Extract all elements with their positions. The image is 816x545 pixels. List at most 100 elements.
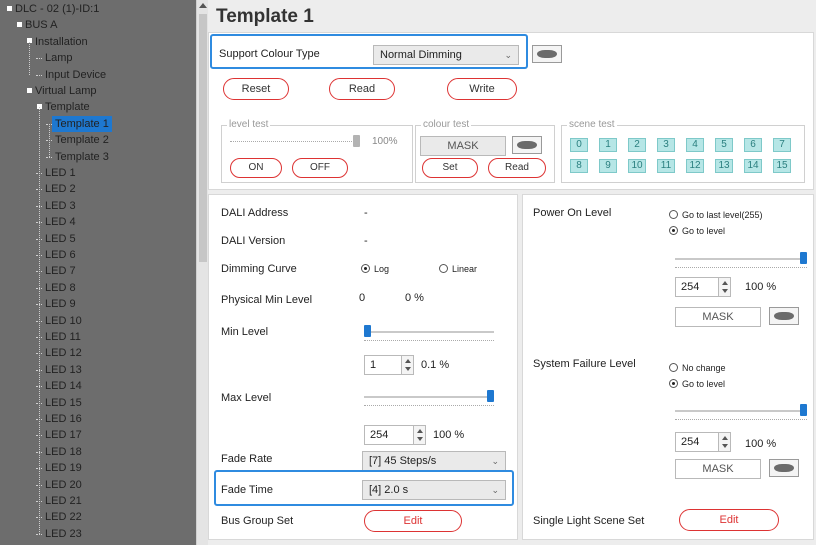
tree-item-label: Template 3 [55, 150, 109, 163]
tree-item[interactable]: DLC - 02 (1)-ID:1 [7, 1, 99, 17]
level-test-group: level test 100% ON OFF [221, 119, 413, 183]
scene-button[interactable]: 13 [715, 159, 733, 173]
min-level-slider-handle[interactable] [364, 325, 371, 337]
scene-button[interactable]: 4 [686, 138, 704, 152]
system-failure-stepper[interactable]: 254 [675, 432, 731, 452]
scene-test-group: scene test 0 1 2 3 4 5 6 7 8 9 10 11 12 13 14 15 [561, 119, 805, 183]
fade-rate-select[interactable]: [7] 45 Steps/s ⌄ [362, 451, 506, 471]
system-failure-percent: 100 % [745, 438, 777, 450]
spin-arrows-icon[interactable] [401, 356, 413, 374]
tree-item-label: LED 7 [45, 265, 76, 278]
write-button[interactable]: Write [447, 78, 517, 100]
colour-eye-icon[interactable] [512, 136, 542, 154]
expand-icon[interactable] [7, 5, 12, 11]
scene-button[interactable]: 2 [628, 138, 646, 152]
radio-last-level[interactable]: Go to last level(255) [669, 210, 763, 221]
system-failure-mask-field[interactable]: MASK [675, 459, 761, 479]
max-level-label: Max Level [221, 392, 272, 404]
device-tree: DLC - 02 (1)-ID:1 BUS A Installation Lamp In… [0, 0, 196, 545]
radio-sf-go-to-level-label: Go to level [682, 379, 726, 389]
radio-log[interactable]: Log [361, 264, 389, 275]
off-button[interactable]: OFF [292, 158, 348, 178]
tree-item-label: LED 13 [45, 363, 82, 376]
power-on-slider-handle[interactable] [800, 252, 807, 264]
min-level-value: 1 [370, 359, 377, 371]
radio-go-to-level[interactable]: Go to level [669, 226, 725, 237]
level-test-slider-handle[interactable] [353, 135, 360, 147]
level-test-track [230, 141, 360, 142]
radio-linear-label: Linear [452, 264, 478, 274]
tree-item-label: Installation [35, 35, 88, 48]
tree-connector [46, 156, 52, 158]
radio-no-change[interactable]: No change [669, 363, 726, 374]
tree-item[interactable]: Virtual Lamp [27, 83, 97, 99]
tree-item-label: Virtual Lamp [35, 85, 97, 97]
tree-item-label: LED 18 [45, 445, 82, 458]
reset-button[interactable]: Reset [223, 78, 289, 100]
power-on-mask-field[interactable]: MASK [675, 307, 761, 327]
set-button[interactable]: Set [422, 158, 478, 178]
scene-button[interactable]: 6 [744, 138, 762, 152]
chevron-down-icon: ⌄ [491, 456, 499, 466]
bus-group-edit-button[interactable]: Edit [364, 510, 462, 532]
scene-button[interactable]: 15 [773, 159, 791, 173]
min-level-label: Min Level [221, 326, 269, 338]
scene-button[interactable]: 5 [715, 138, 733, 152]
radio-sf-go-to-level[interactable]: Go to level [669, 379, 725, 390]
max-level-slider-handle[interactable] [487, 390, 494, 402]
on-button[interactable]: ON [230, 158, 282, 178]
scroll-up-icon[interactable] [199, 3, 207, 8]
radio-dot [361, 264, 370, 273]
power-on-eye-icon[interactable] [769, 307, 799, 325]
min-level-stepper[interactable]: 1 [364, 355, 414, 375]
colour-read-button[interactable]: Read [488, 158, 546, 178]
max-level-stepper[interactable]: 254 [364, 425, 426, 445]
scene-button[interactable]: 10 [628, 159, 646, 173]
eye-icon[interactable] [532, 45, 562, 63]
tree-item-label: Template 1 [52, 115, 112, 132]
power-on-stepper[interactable]: 254 [675, 277, 731, 297]
scene-button[interactable]: 11 [657, 159, 675, 173]
system-failure-value: 254 [681, 436, 700, 448]
tree-item-label: LED 23 [45, 527, 82, 540]
tree-item[interactable]: BUS A [17, 17, 57, 33]
power-on-track [675, 258, 807, 260]
spin-arrows-icon[interactable] [718, 278, 730, 296]
spin-arrows-icon[interactable] [718, 433, 730, 451]
expand-icon[interactable] [27, 87, 32, 93]
power-on-ticks [675, 267, 807, 268]
radio-dot [669, 226, 678, 235]
radio-dot [439, 264, 448, 273]
scene-button[interactable]: 9 [599, 159, 617, 173]
expand-icon[interactable] [17, 21, 22, 27]
scene-button[interactable]: 8 [570, 159, 588, 173]
dali-version-value: - [364, 235, 368, 247]
fade-time-highlight [214, 470, 514, 506]
scene-button[interactable]: 3 [657, 138, 675, 152]
right-settings-panel: Power On Level Go to last level(255) Go … [522, 194, 814, 540]
radio-no-change-label: No change [682, 363, 726, 373]
system-failure-slider-handle[interactable] [800, 404, 807, 416]
tree-item-label: Input Device [45, 68, 107, 81]
scene-button[interactable]: 1 [599, 138, 617, 152]
radio-linear[interactable]: Linear [439, 264, 477, 275]
scroll-thumb[interactable] [199, 14, 207, 262]
scene-button[interactable]: 12 [686, 159, 704, 173]
dimming-curve-label: Dimming Curve [221, 263, 297, 275]
max-level-value: 254 [370, 429, 389, 441]
read-button[interactable]: Read [329, 78, 395, 100]
spin-arrows-icon[interactable] [413, 426, 425, 444]
tree-scrollbar[interactable] [196, 0, 208, 545]
scene-button[interactable]: 0 [570, 138, 588, 152]
power-on-label: Power On Level [533, 207, 612, 219]
tree-guide [49, 123, 50, 157]
single-scene-edit-button[interactable]: Edit [679, 509, 779, 531]
scene-button[interactable]: 7 [773, 138, 791, 152]
colour-mask-field[interactable]: MASK [420, 136, 506, 156]
system-failure-eye-icon[interactable] [769, 459, 799, 477]
tree-item-label: LED 2 [45, 183, 76, 196]
scene-button[interactable]: 14 [744, 159, 762, 173]
radio-dot [669, 210, 678, 219]
max-level-track [364, 396, 494, 398]
fade-rate-label: Fade Rate [221, 453, 273, 465]
